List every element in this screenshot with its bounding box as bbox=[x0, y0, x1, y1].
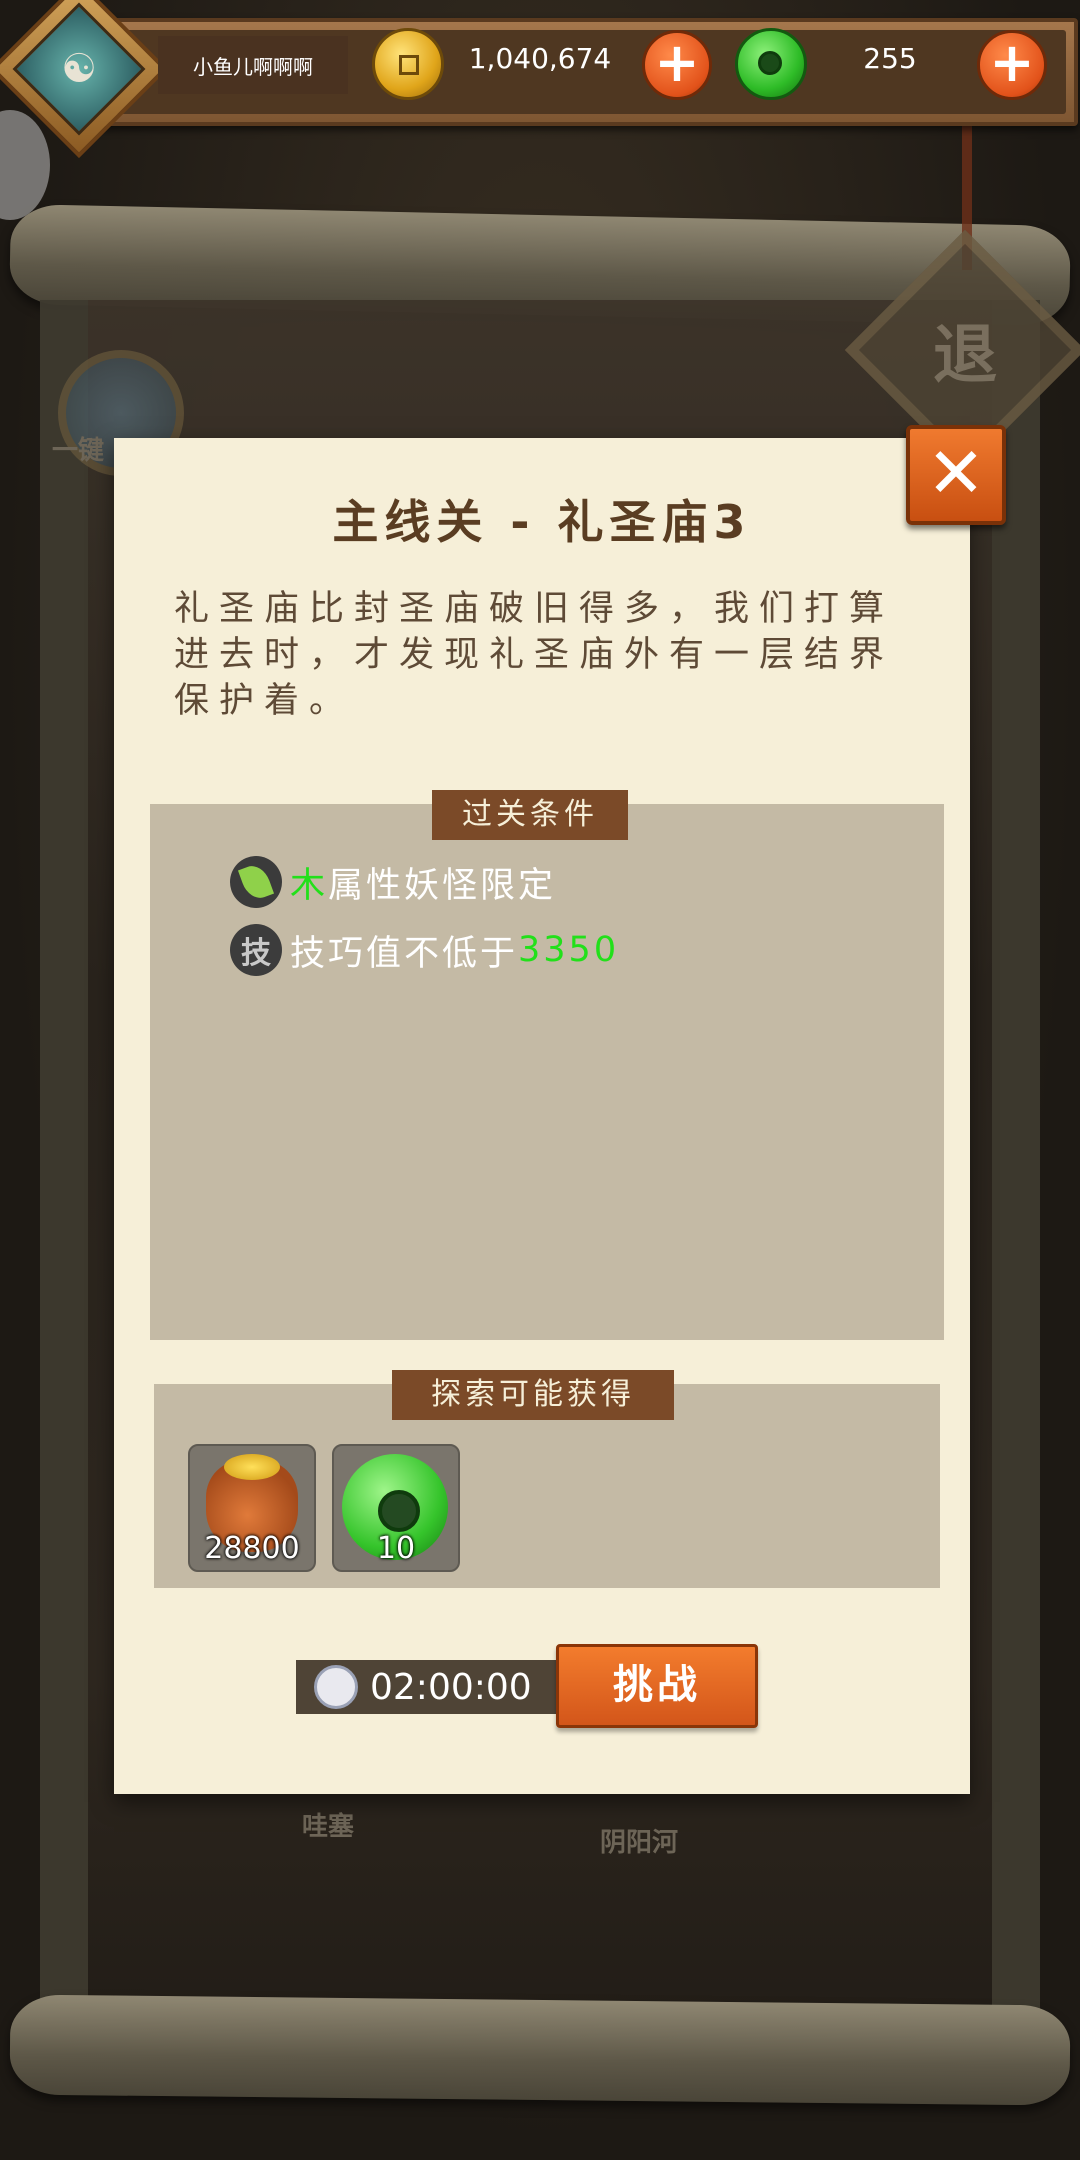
coin-icon bbox=[372, 28, 444, 100]
condition-row: 木 属性妖怪限定 bbox=[230, 854, 556, 910]
map-scroll-bottom-rod bbox=[9, 1994, 1071, 2106]
close-button[interactable]: ✕ bbox=[906, 425, 1006, 525]
add-coins-button[interactable]: + bbox=[642, 30, 712, 100]
condition-row: 技 技巧值不低于 3350 bbox=[230, 922, 619, 978]
condition-text: 属性妖怪限定 bbox=[328, 865, 557, 906]
stage-timer: 02:00:00 bbox=[296, 1660, 564, 1714]
condition-text: 技巧值不低于 bbox=[290, 933, 519, 974]
reward-count: 28800 bbox=[204, 1531, 300, 1566]
challenge-button[interactable]: 挑战 bbox=[556, 1644, 758, 1728]
reward-item-coins[interactable]: 28800 bbox=[188, 1444, 316, 1572]
stage-description: 礼圣庙比封圣庙破旧得多，我们打算进去时，才发现礼圣庙外有一层结界保护着。 bbox=[174, 589, 895, 721]
player-name: 小鱼儿啊啊啊 bbox=[158, 36, 348, 94]
wood-leaf-icon bbox=[230, 856, 282, 908]
add-jade-button[interactable]: + bbox=[977, 30, 1047, 100]
rewards-panel: 探索可能获得 28800 10 bbox=[154, 1370, 940, 1588]
jade-count: 255 bbox=[863, 42, 917, 75]
skill-icon: 技 bbox=[230, 924, 282, 976]
map-label-river: 阴阳河 bbox=[600, 1828, 679, 1858]
conditions-title: 过关条件 bbox=[432, 790, 628, 840]
jade-icon bbox=[735, 28, 807, 100]
condition-value: 3350 bbox=[518, 930, 620, 970]
conditions-panel: 过关条件 木 属性妖怪限定 技 技巧值不低于 3350 bbox=[150, 790, 944, 1340]
lantern-icon: ☯ bbox=[61, 46, 97, 92]
dialog-title: 主线关 - 礼圣庙3 bbox=[332, 495, 752, 549]
stage-dialog: 主线关 - 礼圣庙3 礼圣庙比封圣庙破旧得多，我们打算进去时，才发现礼圣庙外有一… bbox=[114, 438, 970, 1794]
coin-count: 1,040,674 bbox=[468, 42, 612, 75]
condition-element: 木 bbox=[290, 865, 329, 906]
stopwatch-icon bbox=[314, 1665, 358, 1709]
reward-count: 10 bbox=[376, 1531, 416, 1566]
map-label-location: 哇塞 bbox=[302, 1812, 355, 1842]
exit-label: 退 bbox=[933, 319, 997, 393]
map-label-auto: 一键 bbox=[52, 436, 105, 466]
timer-value: 02:00:00 bbox=[370, 1666, 532, 1708]
rewards-title: 探索可能获得 bbox=[392, 1370, 674, 1420]
reward-item-jade[interactable]: 10 bbox=[332, 1444, 460, 1572]
